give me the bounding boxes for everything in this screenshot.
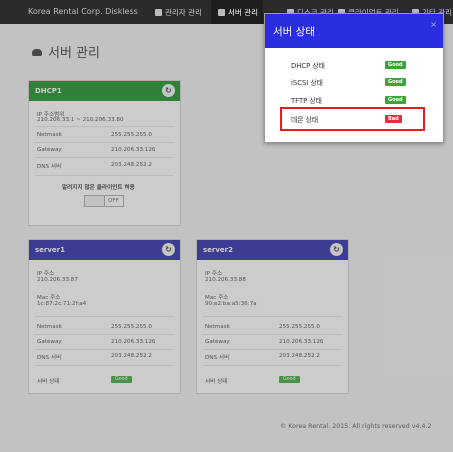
tftp-status-badge: Good: [385, 96, 406, 104]
modal-title: 서버 상태: [273, 26, 315, 38]
close-icon[interactable]: ×: [430, 20, 437, 29]
cloud-icon: [218, 9, 225, 16]
server-status-modal: 서버 상태 × DHCP 상태 Good iSCSI 상태 Good TFTP …: [264, 13, 444, 143]
user-icon: [155, 9, 162, 16]
dhcp-status-badge: Good: [385, 61, 406, 69]
nav-item-label: 관리자 관리: [165, 8, 202, 17]
nav-item-server[interactable]: 서버 관리: [218, 7, 258, 18]
daemon-status-badge: Bad: [385, 115, 402, 123]
tftp-status-label: TFTP 상태: [291, 97, 322, 105]
nav-item-admin[interactable]: 관리자 관리: [155, 7, 202, 18]
dhcp-status-label: DHCP 상태: [291, 62, 325, 70]
brand[interactable]: Korea Rental Corp. Diskless: [28, 7, 138, 16]
daemon-status-label: 데몬 상태: [291, 116, 319, 124]
iscsi-status-label: iSCSI 상태: [291, 79, 323, 87]
modal-header: 서버 상태 ×: [265, 14, 443, 48]
nav-item-label: 서버 관리: [228, 8, 258, 17]
iscsi-status-badge: Good: [385, 78, 406, 86]
